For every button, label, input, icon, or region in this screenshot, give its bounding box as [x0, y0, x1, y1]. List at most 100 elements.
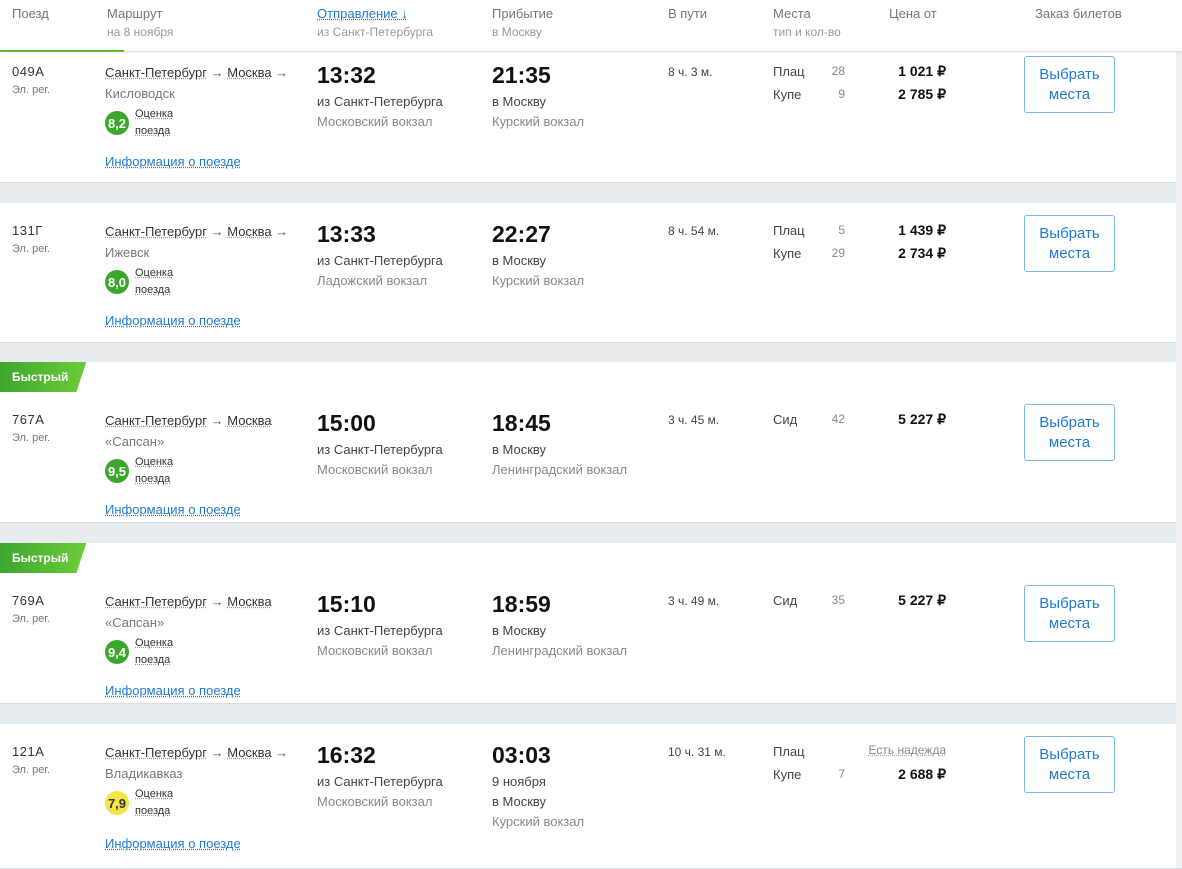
departure-station: Московский вокзал — [317, 643, 433, 658]
col-route: Маршрут на 8 ноября — [107, 6, 174, 39]
train-info-link[interactable]: Информация о поезде — [105, 313, 241, 328]
col-arrival-sort[interactable]: Прибытие в Москву — [492, 6, 553, 39]
train-info-link[interactable]: Информация о поезде — [105, 836, 241, 851]
arrival-station: Курский вокзал — [492, 273, 585, 288]
travel-duration: 3 ч. 49 м. — [668, 594, 720, 608]
arrival-time: 21:35 — [492, 62, 551, 88]
train-rating[interactable]: 8,2 Оценка поезда — [105, 106, 173, 140]
route-destination: Владикавказ — [105, 766, 183, 781]
rating-circle: 8,2 — [105, 111, 129, 135]
route-from[interactable]: Санкт-Петербург — [105, 65, 207, 80]
seat-price: 2 785 ₽ — [898, 86, 946, 102]
route: Санкт-Петербург → Москва → Ижевск — [105, 221, 305, 263]
train-rating[interactable]: 8,0 Оценка поезда — [105, 265, 173, 299]
arrival-city: в Москву — [492, 94, 547, 109]
seat-price: 1 021 ₽ — [898, 63, 946, 79]
departure-city: из Санкт-Петербурга — [317, 94, 443, 109]
seat-type: Плац — [773, 223, 805, 238]
table-header: Поезд Маршрут на 8 ноября Отправление ↓ из… — [0, 0, 1182, 52]
travel-duration: 8 ч. 54 м. — [668, 224, 720, 238]
route-destination: «Сапсан» — [105, 615, 165, 630]
route-to[interactable]: Москва — [227, 413, 271, 428]
arrival-station: Ленинградский вокзал — [492, 643, 628, 658]
train-info-link[interactable]: Информация о поезде — [105, 683, 241, 698]
departure-time: 15:00 — [317, 410, 376, 436]
rating-circle: 7,9 — [105, 791, 129, 815]
arrival-city: в Москву — [492, 442, 547, 457]
departure-city: из Санкт-Петербурга — [317, 623, 443, 638]
departure-city: из Санкт-Петербурга — [317, 442, 443, 457]
travel-duration: 3 ч. 45 м. — [668, 413, 720, 427]
train-number: 131Г — [12, 223, 43, 238]
arrow-icon: → — [210, 594, 224, 609]
route-from[interactable]: Санкт-Петербург — [105, 745, 207, 760]
travel-duration: 8 ч. 3 м. — [668, 65, 713, 79]
seat-type: Купе — [773, 246, 802, 261]
route-from[interactable]: Санкт-Петербург — [105, 224, 207, 239]
arrival-time: 18:45 — [492, 410, 551, 436]
arrival-station: Курский вокзал — [492, 814, 585, 829]
rating-circle: 9,4 — [105, 640, 129, 664]
route-from[interactable]: Санкт-Петербург — [105, 413, 207, 428]
train-type: Эл. рег. — [12, 432, 51, 444]
departure-station: Московский вокзал — [317, 794, 433, 809]
col-price-sort[interactable]: Цена от — [889, 6, 937, 21]
seat-type: Купе — [773, 87, 802, 102]
rating-label: Оценка поезда — [135, 788, 174, 817]
arrow-icon: → — [275, 224, 289, 239]
select-seats-button[interactable]: Выбрать места — [1024, 404, 1115, 461]
col-train: Поезд — [12, 6, 49, 21]
departure-city: из Санкт-Петербурга — [317, 253, 443, 268]
arrival-station: Курский вокзал — [492, 114, 585, 129]
rating-label: Оценка поезда — [135, 456, 174, 485]
col-duration-sort[interactable]: В пути — [668, 6, 707, 21]
col-seats: Места тип и кол-во — [773, 6, 841, 39]
departure-time: 15:10 — [317, 591, 376, 617]
route-to[interactable]: Москва — [227, 594, 271, 609]
select-seats-button[interactable]: Выбрать места — [1024, 56, 1115, 113]
scrollbar[interactable] — [1176, 52, 1182, 868]
train-type: Эл. рег. — [12, 243, 51, 255]
route: Санкт-Петербург → Москва → Владикавказ — [105, 742, 305, 784]
train-rating[interactable]: 7,9 Оценка поезда — [105, 786, 173, 820]
route-to[interactable]: Москва — [227, 65, 271, 80]
seat-price: 1 439 ₽ — [898, 222, 946, 238]
arrival-time: 22:27 — [492, 221, 551, 247]
train-rating[interactable]: 9,5 Оценка поезда — [105, 454, 173, 488]
route-to[interactable]: Москва — [227, 745, 271, 760]
train-type: Эл. рег. — [12, 764, 51, 776]
train-card: 121А Эл. рег. Санкт-Петербург → Москва →… — [0, 724, 1182, 869]
train-number: 767А — [12, 412, 45, 427]
arrival-city: в Москву — [492, 623, 547, 638]
route-destination: «Сапсан» — [105, 434, 165, 449]
departure-station: Московский вокзал — [317, 114, 433, 129]
rating-circle: 8,0 — [105, 270, 129, 294]
arrival-time: 18:59 — [492, 591, 551, 617]
route-from[interactable]: Санкт-Петербург — [105, 594, 207, 609]
arrow-icon: → — [210, 413, 224, 428]
departure-station: Ладожский вокзал — [317, 273, 428, 288]
route-destination: Ижевск — [105, 245, 150, 260]
fast-badge: Быстрый — [0, 543, 86, 573]
arrival-city: в Москву — [492, 794, 547, 809]
arrival-city: в Москву — [492, 253, 547, 268]
train-info-link[interactable]: Информация о поезде — [105, 154, 241, 169]
arrival-date: 9 ноября — [492, 774, 546, 789]
col-departure-sort[interactable]: Отправление ↓ из Санкт-Петербурга — [317, 6, 433, 39]
select-seats-button[interactable]: Выбрать места — [1024, 585, 1115, 642]
arrival-station: Ленинградский вокзал — [492, 462, 628, 477]
rating-circle: 9,5 — [105, 459, 129, 483]
arrow-icon: → — [210, 65, 224, 80]
seat-price: 5 227 ₽ — [898, 592, 946, 608]
route: Санкт-Петербург → Москва «Сапсан» — [105, 591, 305, 633]
departure-time: 13:32 — [317, 62, 376, 88]
train-info-link[interactable]: Информация о поезде — [105, 502, 241, 517]
select-seats-button[interactable]: Выбрать места — [1024, 736, 1115, 793]
train-rating[interactable]: 9,4 Оценка поезда — [105, 635, 173, 669]
seat-type: Плац — [773, 744, 805, 759]
select-seats-button[interactable]: Выбрать места — [1024, 215, 1115, 272]
route-to[interactable]: Москва — [227, 224, 271, 239]
route: Санкт-Петербург → Москва «Сапсан» — [105, 410, 305, 452]
train-card: Быстрый 769А Эл. рег. Санкт-Петербург → … — [0, 543, 1182, 704]
train-number: 121А — [12, 744, 45, 759]
